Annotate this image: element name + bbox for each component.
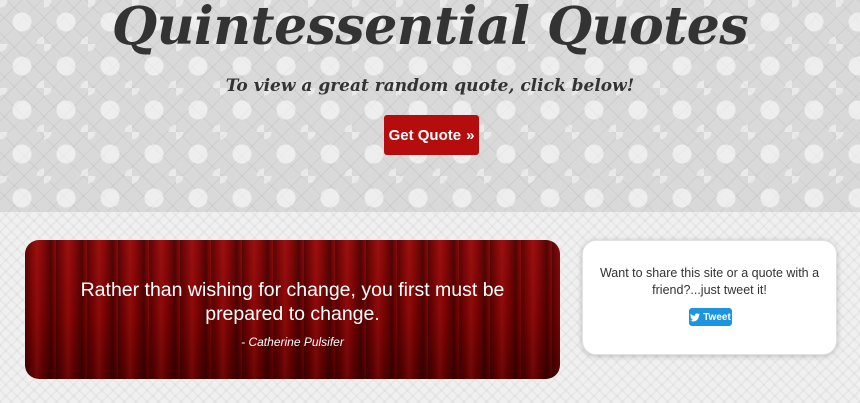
get-quote-button[interactable]: Get Quote » [384, 115, 479, 155]
site-title: Quintessential Quotes [111, 0, 749, 57]
tweet-button[interactable]: Tweet [689, 308, 732, 326]
get-quote-label: Get Quote [388, 126, 462, 144]
site-subtitle: To view a great random quote, click belo… [225, 76, 635, 96]
share-card: Want to share this site or a quote with … [582, 240, 837, 355]
twitter-bird-icon [690, 312, 701, 321]
quote-card: Rather than wishing for change, you firs… [25, 240, 560, 379]
double-chevron-right-icon: » [466, 126, 475, 144]
header-banner: Quintessential Quotes To view a great ra… [0, 0, 860, 212]
tweet-label: Tweet [703, 311, 731, 323]
quote-author: - Catherine Pulsifer [241, 335, 344, 349]
quote-text: Rather than wishing for change, you firs… [80, 279, 505, 325]
share-text: Want to share this site or a quote with … [599, 266, 820, 297]
